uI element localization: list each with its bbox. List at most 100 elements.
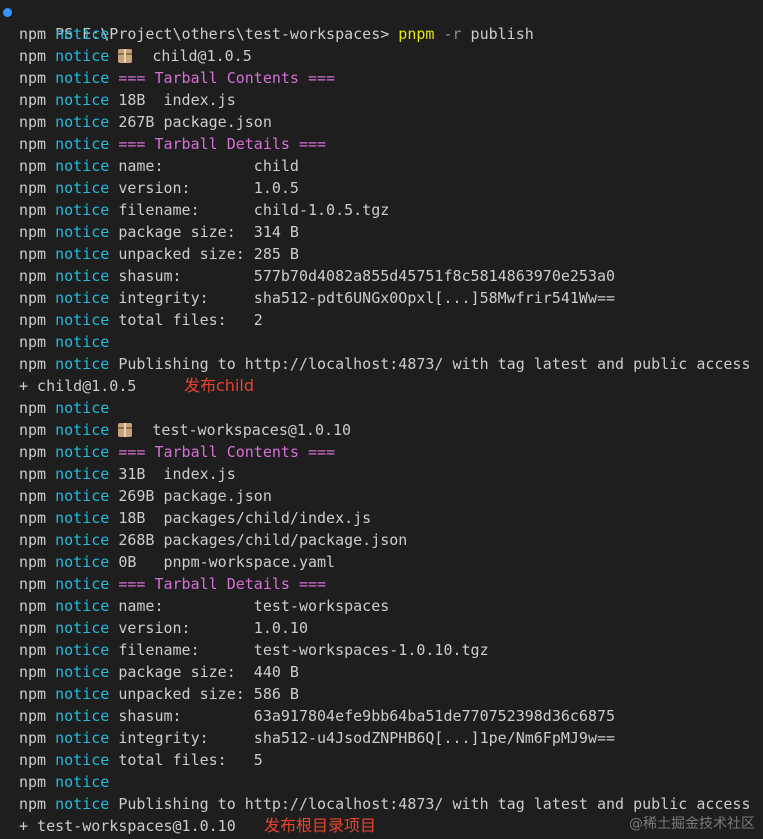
notice-text: name: child bbox=[118, 157, 299, 175]
terminal-line: npm notice 31B index.js bbox=[19, 463, 236, 485]
npm-prefix: npm bbox=[19, 663, 47, 681]
npm-prefix: npm bbox=[19, 47, 47, 65]
npm-prefix: npm bbox=[19, 333, 47, 351]
notice-text: 267B package.json bbox=[118, 113, 272, 131]
npm-prefix: npm bbox=[19, 179, 47, 197]
notice-label: notice bbox=[55, 443, 110, 461]
npm-prefix: npm bbox=[19, 465, 47, 483]
terminal-line: npm notice 267B package.json bbox=[19, 111, 272, 133]
notice-text: version: 1.0.5 bbox=[118, 179, 299, 197]
terminal-line: npm notice bbox=[19, 23, 109, 45]
notice-label: notice bbox=[55, 663, 110, 681]
publish-annotation: 发布child bbox=[184, 376, 254, 395]
npm-prefix: npm bbox=[19, 487, 47, 505]
terminal-line: npm notice === Tarball Details === bbox=[19, 133, 326, 155]
terminal-line: npm notice 268B packages/child/package.j… bbox=[19, 529, 407, 551]
terminal-line: npm notice shasum: 577b70d4082a855d45751… bbox=[19, 265, 615, 287]
notice-label: notice bbox=[55, 707, 110, 725]
npm-prefix: npm bbox=[19, 685, 47, 703]
npm-prefix: npm bbox=[19, 355, 47, 373]
terminal-line: npm notice 0B pnpm-workspace.yaml bbox=[19, 551, 335, 573]
terminal-line: npm notice filename: child-1.0.5.tgz bbox=[19, 199, 389, 221]
terminal-line: npm notice version: 1.0.10 bbox=[19, 617, 308, 639]
command-argument: publish bbox=[470, 25, 534, 43]
notice-label: notice bbox=[55, 575, 110, 593]
notice-text: total files: 5 bbox=[118, 751, 263, 769]
notice-text: shasum: 577b70d4082a855d45751f8c58148639… bbox=[118, 267, 616, 285]
npm-prefix: npm bbox=[19, 619, 47, 637]
notice-label: notice bbox=[55, 289, 110, 307]
npm-prefix: npm bbox=[19, 729, 47, 747]
npm-prefix: npm bbox=[19, 531, 47, 549]
npm-prefix: npm bbox=[19, 773, 47, 791]
npm-prefix: npm bbox=[19, 267, 47, 285]
notice-label: notice bbox=[55, 597, 110, 615]
terminal-line: npm notice bbox=[19, 331, 109, 353]
notice-text: total files: 2 bbox=[118, 311, 263, 329]
notice-label: notice bbox=[55, 509, 110, 527]
npm-prefix: npm bbox=[19, 311, 47, 329]
notice-label: notice bbox=[55, 729, 110, 747]
terminal-line: npm notice unpacked size: 586 B bbox=[19, 683, 299, 705]
npm-prefix: npm bbox=[19, 751, 47, 769]
npm-prefix: npm bbox=[19, 597, 47, 615]
terminal-line: npm notice Publishing to http://localhos… bbox=[19, 353, 751, 375]
notice-label: notice bbox=[55, 311, 110, 329]
notice-label: notice bbox=[55, 355, 110, 373]
prompt-status-dot-icon bbox=[3, 8, 12, 17]
notice-text: test-workspaces@1.0.10 bbox=[152, 421, 352, 439]
notice-label: notice bbox=[55, 179, 110, 197]
section-header: === Tarball Contents === bbox=[118, 69, 336, 87]
command-name: pnpm bbox=[398, 25, 435, 43]
npm-prefix: npm bbox=[19, 509, 47, 527]
publish-annotation: 发布根目录项目 bbox=[264, 816, 377, 835]
terminal-line: npm notice package size: 314 B bbox=[19, 221, 299, 243]
section-header: === Tarball Contents === bbox=[118, 443, 336, 461]
terminal-line: npm notice bbox=[19, 771, 109, 793]
notice-label: notice bbox=[55, 245, 110, 263]
npm-prefix: npm bbox=[19, 25, 47, 43]
terminal-line: npm notice total files: 5 bbox=[19, 749, 263, 771]
terminal-line: npm notice package size: 440 B bbox=[19, 661, 299, 683]
notice-text: filename: test-workspaces-1.0.10.tgz bbox=[118, 641, 489, 659]
terminal-line: npm notice === Tarball Contents === bbox=[19, 441, 335, 463]
watermark: @稀土掘金技术社区 bbox=[629, 816, 755, 832]
notice-label: notice bbox=[55, 685, 110, 703]
notice-label: notice bbox=[55, 157, 110, 175]
section-header: === Tarball Details === bbox=[118, 135, 327, 153]
notice-label: notice bbox=[55, 773, 110, 791]
notice-text: integrity: sha512-u4JsodZNPHB6Q[...]1pe/… bbox=[118, 729, 616, 747]
notice-label: notice bbox=[55, 47, 110, 65]
terminal-line: npm notice === Tarball Details === bbox=[19, 573, 326, 595]
terminal-line: npm notice 269B package.json bbox=[19, 485, 272, 507]
notice-label: notice bbox=[55, 25, 110, 43]
notice-label: notice bbox=[55, 465, 110, 483]
notice-text: package size: 440 B bbox=[118, 663, 299, 681]
npm-prefix: npm bbox=[19, 553, 47, 571]
notice-text: 18B index.js bbox=[118, 91, 236, 109]
terminal-line: npm notice child@1.0.5 bbox=[19, 45, 252, 67]
notice-text: 18B packages/child/index.js bbox=[118, 509, 372, 527]
notice-label: notice bbox=[55, 91, 110, 109]
npm-prefix: npm bbox=[19, 421, 47, 439]
terminal-line: npm notice integrity: sha512-pdt6UNGx0Op… bbox=[19, 287, 615, 309]
terminal-line: npm notice 18B packages/child/index.js bbox=[19, 507, 371, 529]
notice-label: notice bbox=[55, 795, 110, 813]
notice-label: notice bbox=[55, 333, 110, 351]
npm-prefix: npm bbox=[19, 399, 47, 417]
notice-label: notice bbox=[55, 69, 110, 87]
notice-text: integrity: sha512-pdt6UNGx0Opxl[...]58Mw… bbox=[118, 289, 616, 307]
terminal-line: npm notice === Tarball Contents === bbox=[19, 67, 335, 89]
notice-text: child@1.0.5 bbox=[152, 47, 252, 65]
terminal-line: npm notice bbox=[19, 397, 109, 419]
published-package-line: + test-workspaces@1.0.10 bbox=[19, 817, 236, 835]
terminal-line: npm notice unpacked size: 285 B bbox=[19, 243, 299, 265]
notice-label: notice bbox=[55, 421, 110, 439]
notice-text: name: test-workspaces bbox=[118, 597, 390, 615]
notice-text: Publishing to http://localhost:4873/ wit… bbox=[118, 355, 751, 373]
notice-label: notice bbox=[55, 201, 110, 219]
terminal-line: npm notice shasum: 63a917804efe9bb64ba51… bbox=[19, 705, 615, 727]
terminal-window[interactable]: PS E:\Project\others\test-workspaces> pn… bbox=[0, 0, 763, 839]
npm-prefix: npm bbox=[19, 641, 47, 659]
terminal-line: + child@1.0.5 bbox=[19, 375, 136, 397]
